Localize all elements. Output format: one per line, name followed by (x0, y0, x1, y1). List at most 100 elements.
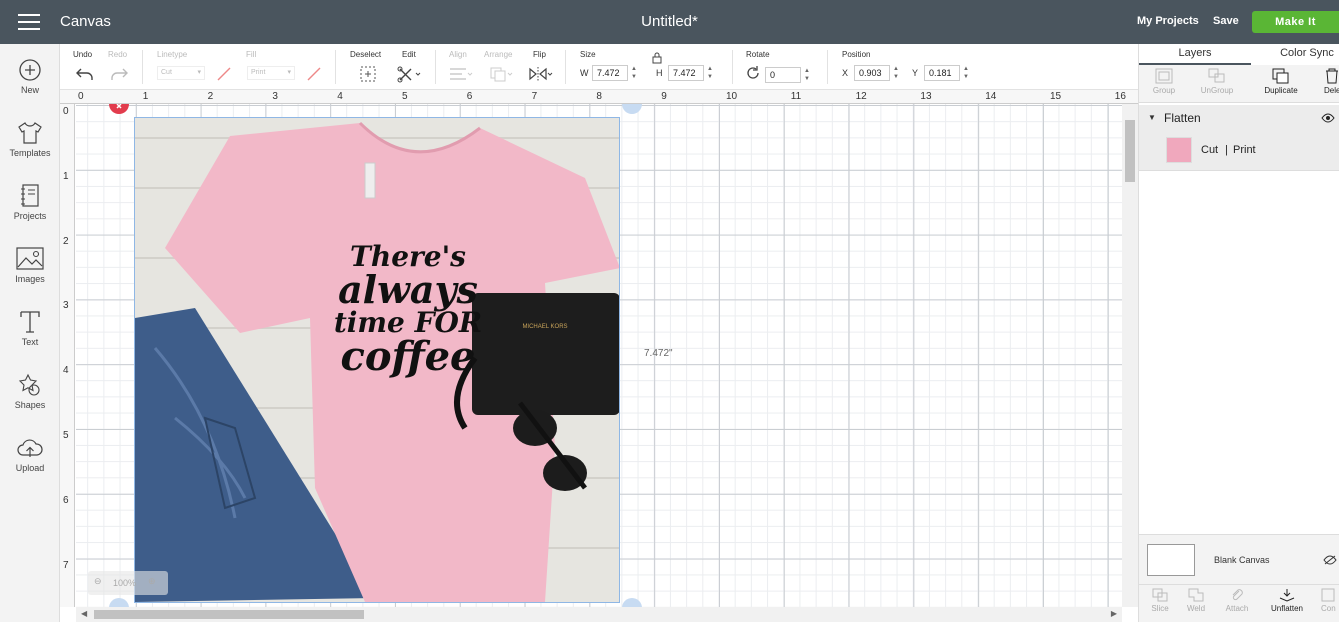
rotate-handle-icon[interactable] (622, 104, 642, 114)
sidebar-item-templates[interactable]: Templates (0, 121, 60, 158)
ruler-number: 10 (726, 91, 738, 102)
width-stepper[interactable]: ▲ ▼ (630, 65, 638, 81)
zoom-in-icon[interactable]: ⊕ (148, 576, 156, 587)
save-button[interactable]: Save (1213, 15, 1239, 27)
horizontal-scroll-thumb[interactable] (94, 610, 364, 619)
lock-icon[interactable] (652, 52, 662, 64)
edit-label: Edit (402, 50, 416, 59)
ruler-number: 16 (1114, 91, 1126, 102)
eye-icon[interactable] (1321, 113, 1335, 123)
lock-handle-icon[interactable] (109, 598, 129, 607)
blank-canvas-swatch[interactable] (1147, 544, 1195, 576)
eye-hidden-icon[interactable] (1323, 555, 1337, 565)
ruler-number: 4 (337, 91, 343, 102)
redo-label: Redo (108, 50, 128, 59)
x-position-input[interactable]: 0.903 (854, 65, 890, 81)
unflatten-button[interactable]: Unflatten (1265, 588, 1309, 613)
y-position-stepper[interactable]: ▲ ▼ (962, 65, 970, 81)
height-input[interactable]: 7.472 (668, 65, 704, 81)
make-it-button[interactable]: Make It (1252, 11, 1339, 33)
arrange-icon[interactable] (489, 66, 515, 82)
top-ruler: 0 1 2 3 4 5 6 7 8 9 10 11 12 13 14 15 16 (60, 90, 1138, 104)
duplicate-button[interactable]: Duplicate (1259, 68, 1303, 95)
undo-icon[interactable] (75, 66, 95, 82)
rotate-label: Rotate (746, 50, 770, 59)
ruler-number: 8 (596, 91, 602, 102)
redo-icon[interactable] (109, 66, 129, 82)
weld-button[interactable]: Weld (1181, 588, 1211, 613)
sidebar-item-text[interactable]: Text (0, 310, 60, 347)
vertical-scrollbar[interactable] (1122, 104, 1138, 607)
layer-group-name: Flatten (1164, 111, 1201, 125)
height-stepper[interactable]: ▲ ▼ (706, 65, 714, 81)
width-input[interactable]: 7.472 (592, 65, 628, 81)
fill-select[interactable]: Print (247, 66, 295, 80)
sidebar-item-projects[interactable]: Projects (0, 184, 60, 221)
sidebar-item-label: Upload (15, 463, 45, 473)
hamburger-menu-icon[interactable] (18, 14, 40, 30)
tab-color-sync[interactable]: Color Sync (1251, 44, 1339, 65)
y-label: Y (912, 68, 919, 78)
sidebar-item-label: New (20, 85, 39, 95)
edit-tools-icon[interactable] (397, 65, 423, 83)
unflatten-icon (1279, 589, 1295, 602)
layer-cut-label: Cut (1201, 144, 1219, 156)
group-label: Group (1152, 86, 1176, 95)
zoom-out-icon[interactable]: ⊖ (94, 576, 102, 587)
blank-canvas-label: Blank Canvas (1214, 555, 1270, 565)
y-position-input[interactable]: 0.181 (924, 65, 960, 81)
tshirt-icon (18, 122, 42, 144)
vertical-scroll-thumb[interactable] (1125, 120, 1135, 182)
fill-color-icon[interactable] (306, 66, 322, 82)
sidebar-item-label: Text (21, 337, 39, 347)
ungroup-button[interactable]: UnGroup (1197, 68, 1237, 95)
design-canvas[interactable]: MICHAEL KORS There's always time FOR cof… (76, 104, 1122, 607)
ruler-number: 6 (63, 494, 69, 506)
ruler-number: 15 (1050, 91, 1062, 102)
layer-print-label: Print (1233, 144, 1256, 156)
sidebar-item-upload[interactable]: Upload (0, 436, 60, 473)
layer-group-flatten[interactable]: ▼ Flatten Cut | Print (1139, 105, 1339, 171)
my-projects-link[interactable]: My Projects (1137, 15, 1199, 27)
document-title[interactable]: Untitled* (641, 13, 698, 30)
duplicate-icon (1272, 68, 1289, 84)
deselect-label: Deselect (350, 50, 382, 59)
blank-canvas-row[interactable]: Blank Canvas (1139, 534, 1339, 584)
toolbar-divider (565, 50, 566, 84)
ruler-number: 5 (63, 430, 69, 441)
shapes-icon (18, 373, 40, 396)
attach-label: Attach (1225, 604, 1249, 613)
paperclip-icon (1232, 589, 1243, 601)
height-label: H (656, 68, 663, 78)
horizontal-scrollbar[interactable]: ◀ ▶ (76, 607, 1122, 622)
sidebar-item-images[interactable]: Images (0, 247, 60, 284)
sidebar-item-shapes[interactable]: Shapes (0, 373, 60, 410)
toolbar-divider (335, 50, 336, 84)
group-button[interactable]: Group (1149, 68, 1179, 95)
sidebar-item-label: Shapes (14, 400, 46, 410)
scroll-left-icon[interactable]: ◀ (81, 609, 87, 618)
contour-button[interactable]: Con (1321, 588, 1339, 613)
flip-icon[interactable] (528, 66, 554, 82)
zoom-level: 100% (113, 578, 137, 588)
rotate-input[interactable]: 0 (765, 67, 801, 83)
notebook-icon (21, 184, 39, 207)
ruler-number: 1 (63, 170, 69, 182)
x-position-stepper[interactable]: ▲ ▼ (892, 65, 900, 81)
delete-button[interactable]: Dele (1324, 68, 1339, 95)
deselect-icon[interactable] (359, 65, 377, 83)
linetype-select[interactable]: Cut (157, 66, 205, 80)
collapse-arrow-icon[interactable]: ▼ (1148, 113, 1156, 122)
delete-handle-icon[interactable] (109, 104, 129, 114)
tab-layers[interactable]: Layers (1139, 44, 1251, 65)
rotate-stepper[interactable]: ▲ ▼ (803, 67, 811, 83)
scroll-right-icon[interactable]: ▶ (1111, 609, 1117, 618)
linetype-color-icon[interactable] (216, 66, 232, 82)
linetype-label: Linetype (157, 50, 188, 59)
resize-handle-icon[interactable] (622, 598, 642, 607)
align-icon[interactable] (448, 66, 474, 82)
attach-button[interactable]: Attach (1219, 588, 1255, 613)
layer-actions-row: Group UnGroup Duplicate Dele (1139, 65, 1339, 103)
slice-button[interactable]: Slice (1145, 588, 1175, 613)
sidebar-item-new[interactable]: New (0, 58, 60, 95)
